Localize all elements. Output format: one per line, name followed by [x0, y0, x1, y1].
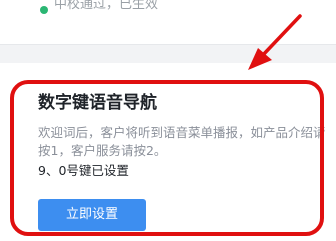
status-text: 中校通过，已生效: [54, 0, 159, 12]
section-divider: [0, 44, 336, 63]
card-description: 欢迎词后，客户将听到语音菜单播报，如产品介绍请按1，客户服务请按2。: [38, 125, 326, 158]
card-title: 数字键语音导航: [38, 93, 157, 113]
setup-now-button[interactable]: 立即设置: [38, 199, 146, 231]
top-status-strip: 中校通过，已生效: [0, 0, 336, 44]
card-status-text: 9、0号键已设置: [38, 163, 129, 178]
page: 中校通过，已生效 数字键语音导航 欢迎词后，客户将听到语音菜单播报，如产品介绍请…: [0, 0, 336, 241]
status-dot-icon: [40, 6, 48, 14]
